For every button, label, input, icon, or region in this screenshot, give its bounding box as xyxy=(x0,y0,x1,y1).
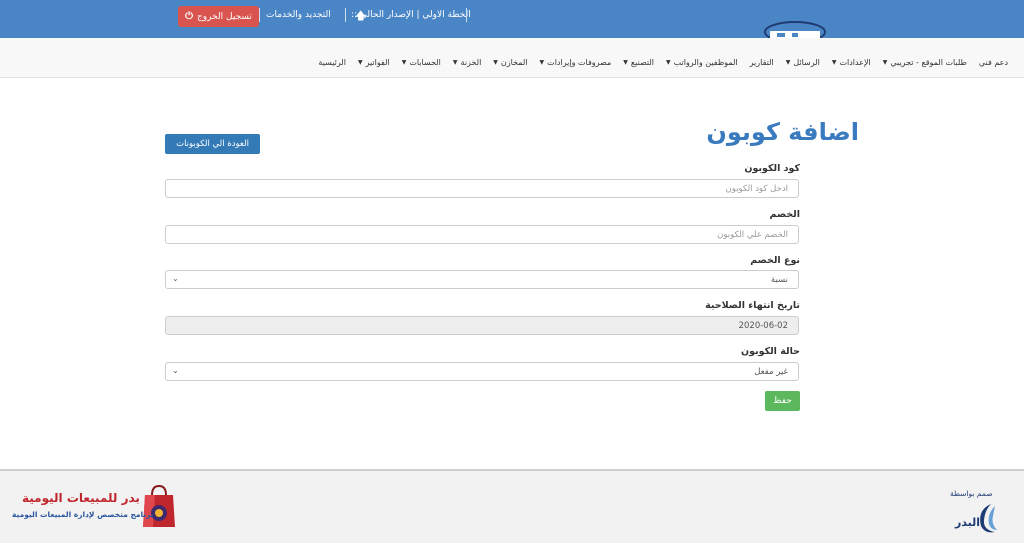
nav-item-label: الإعدادات xyxy=(839,58,871,67)
albadr-logo-icon: البدر xyxy=(954,504,997,533)
nav-item-12[interactable]: دعم فني xyxy=(979,58,1008,67)
coupon-code-label: كود الكوبون xyxy=(744,163,800,174)
nav-item-label: الحسابات xyxy=(409,58,441,67)
caret-down-icon: ▼ xyxy=(357,59,363,66)
caret-down-icon: ▼ xyxy=(831,59,837,66)
caret-down-icon: ▼ xyxy=(882,59,888,66)
discount-type-select[interactable]: نسبة ⌄ xyxy=(165,270,799,289)
separator xyxy=(466,8,467,22)
caret-down-icon: ▼ xyxy=(623,59,628,66)
plan-version-text: الخطة الاولي | الإصدار الحالي :: xyxy=(351,10,471,20)
nav-item-10[interactable]: الإعدادات ▼ xyxy=(832,58,871,67)
footer-brand-subtitle: برنامج متخصص لإدارة المبيعات اليومية xyxy=(12,510,154,519)
nav-item-label: الموظفين والرواتب xyxy=(673,58,738,67)
coupon-status-value: غير مفعل xyxy=(754,366,788,377)
save-button[interactable]: حفظ xyxy=(765,391,800,411)
nav-item-label: الخزنة xyxy=(460,58,482,67)
chevron-down-icon: ⌄ xyxy=(172,366,179,375)
nav-item-label: طلبات الموقع - تجريبي xyxy=(890,58,967,67)
discount-type-label: نوع الخصم xyxy=(750,255,800,266)
footer-bottom-strip xyxy=(0,543,1024,553)
separator xyxy=(345,8,346,22)
caret-down-icon: ▼ xyxy=(666,59,671,66)
nav-menu: الرئيسية الفواتير ▼ الحسابات ▼ الخزنة ▼ المخازن… xyxy=(318,58,1008,67)
nav-item-label: الفواتير xyxy=(365,58,390,67)
coupon-status-select[interactable]: غير مفعل ⌄ xyxy=(165,362,799,381)
coupon-code-placeholder: ادخل كود الكوبون xyxy=(725,183,788,194)
discount-type-value: نسبة xyxy=(770,274,788,285)
footer-brand-title: بدر للمبيعات اليومية xyxy=(22,491,140,505)
nav-item-label: المخازن xyxy=(500,58,528,67)
main-navbar: الرئيسية الفواتير ▼ الحسابات ▼ الخزنة ▼ المخازن… xyxy=(0,38,1024,78)
nav-item-label: دعم فني xyxy=(978,58,1008,67)
nav-item-3[interactable]: الخزنة ▼ xyxy=(453,58,481,67)
logout-button[interactable]: ⏻ تسجيل الخروج xyxy=(178,6,259,27)
caret-down-icon: ▼ xyxy=(539,59,545,66)
nav-item-8[interactable]: التقارير xyxy=(750,58,774,67)
top-bar: ⏻ تسجيل الخروج التجديد والخدمات 🡅 الخطة … xyxy=(0,0,1024,40)
albadr-logo-text: البدر xyxy=(954,516,980,529)
nav-item-7[interactable]: الموظفين والرواتب ▼ xyxy=(666,58,738,67)
caret-down-icon: ▼ xyxy=(452,59,458,66)
separator xyxy=(259,8,260,22)
expiry-date-label: تاريخ انتهاء الصلاحية xyxy=(705,300,800,311)
discount-label: الخصم xyxy=(769,209,800,220)
discount-placeholder: الخصم علي الكوبون xyxy=(717,229,788,240)
designed-by-label: صمم بواسطة xyxy=(950,489,993,498)
power-icon: ⏻ xyxy=(185,11,193,22)
nav-item-label: مصروفات وإيرادات xyxy=(547,58,612,67)
caret-down-icon: ▼ xyxy=(401,59,407,66)
nav-item-2[interactable]: الحسابات ▼ xyxy=(402,58,441,67)
renew-services-link[interactable]: التجديد والخدمات xyxy=(266,10,331,20)
back-to-coupons-button[interactable]: العودة الي الكوبونات xyxy=(165,134,260,154)
nav-item-label: التقارير xyxy=(749,58,774,67)
nav-item-label: الرسائل xyxy=(793,58,820,67)
expiry-date-input[interactable]: 2020-06-02 xyxy=(165,316,799,335)
expiry-date-value: 2020-06-02 xyxy=(738,320,788,331)
nav-item-4[interactable]: المخازن ▼ xyxy=(493,58,527,67)
caret-down-icon: ▼ xyxy=(493,59,498,66)
coupon-code-input[interactable]: ادخل كود الكوبون xyxy=(165,179,799,198)
nav-item-6[interactable]: التصنيع ▼ xyxy=(623,58,654,67)
logout-label: تسجيل الخروج xyxy=(197,11,252,22)
coupon-status-label: حالة الكوبون xyxy=(741,346,800,357)
nav-item-0[interactable]: الرئيسية xyxy=(318,58,346,67)
page-title: اضافة كوبون xyxy=(706,118,859,146)
nav-item-1[interactable]: الفواتير ▼ xyxy=(358,58,390,67)
nav-item-5[interactable]: مصروفات وإيرادات ▼ xyxy=(540,58,612,67)
discount-input[interactable]: الخصم علي الكوبون xyxy=(165,225,799,244)
nav-item-11[interactable]: طلبات الموقع - تجريبي ▼ xyxy=(883,58,967,67)
nav-item-9[interactable]: الرسائل ▼ xyxy=(786,58,820,67)
caret-down-icon: ▼ xyxy=(785,59,791,66)
nav-item-label: التصنيع xyxy=(630,58,655,67)
nav-item-label: الرئيسية xyxy=(318,58,346,67)
shopping-bag-icon xyxy=(143,484,175,527)
chevron-down-icon: ⌄ xyxy=(172,274,179,283)
brand-logo-icon xyxy=(764,21,826,40)
